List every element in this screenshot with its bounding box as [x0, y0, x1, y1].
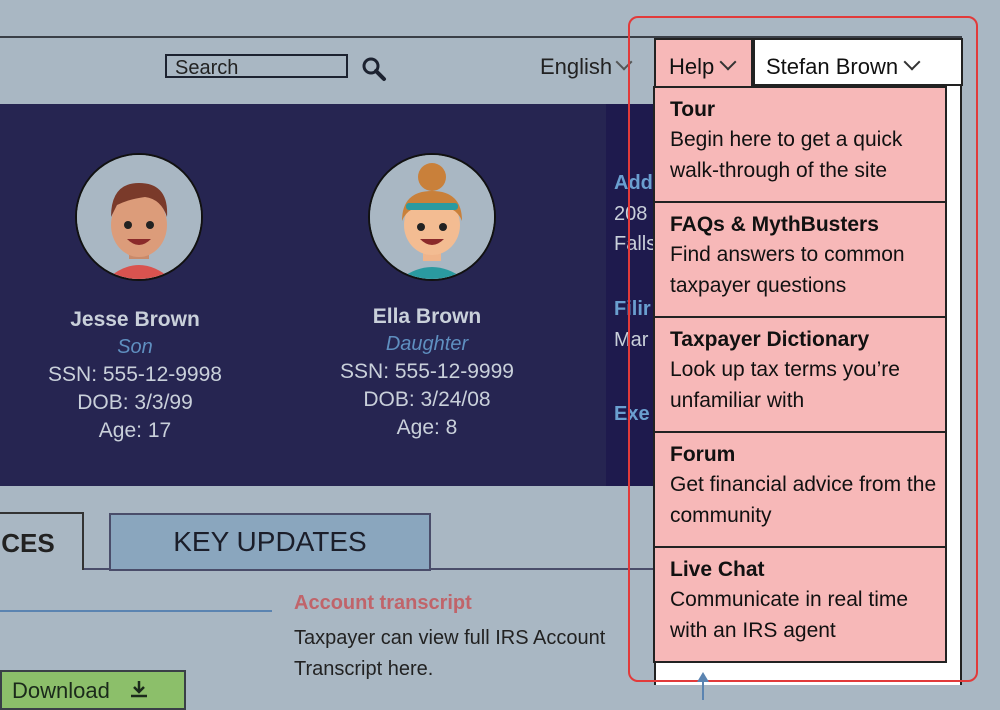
menu-item-description: Find answers to common taxpayer question… [670, 243, 905, 297]
address-line2: Falls [614, 233, 657, 255]
chevron-down-icon [719, 53, 737, 71]
member-relation: Daughter [385, 333, 469, 355]
member-name: Jesse Brown [70, 308, 200, 331]
search-input[interactable]: Search [165, 54, 348, 79]
exemptions-label: Exe [614, 403, 650, 425]
menu-item-description: Communicate in real time with an IRS age… [670, 588, 909, 642]
help-label: Help [669, 54, 715, 79]
chevron-down-icon [903, 53, 921, 71]
download-label: Download [12, 678, 110, 703]
search-icon[interactable] [361, 56, 387, 82]
member-ssn: SSN: 555-12-9998 [48, 363, 222, 386]
section-divider [0, 610, 272, 612]
avatar-ella [368, 153, 496, 281]
menu-item-title: Live Chat [670, 558, 765, 581]
menu-item-title: Forum [670, 443, 736, 466]
annotation-arrow-head [697, 672, 709, 682]
filing-status-value: Mar [614, 329, 649, 351]
download-icon [130, 681, 147, 698]
help-menu-item-dictionary[interactable]: Taxpayer Dictionary Look up tax terms yo… [653, 316, 947, 433]
member-age: Age: 8 [396, 416, 458, 439]
menu-item-description: Begin here to get a quick walk-through o… [670, 128, 903, 182]
help-menu-item-faqs[interactable]: FAQs & MythBusters Find answers to commo… [653, 201, 947, 318]
member-card-ella: Ella Brown Daughter SSN: 555-12-9999 DOB… [322, 305, 532, 440]
menu-item-title: FAQs & MythBusters [670, 213, 879, 236]
menu-item-description: Get financial advice from the community [670, 473, 937, 527]
member-dob: DOB: 3/3/99 [77, 391, 193, 414]
user-name: Stefan Brown [766, 54, 899, 79]
boy-avatar-icon [77, 155, 201, 279]
user-menu-button[interactable]: Stefan Brown [766, 53, 921, 80]
member-card-jesse: Jesse Brown Son SSN: 555-12-9998 DOB: 3/… [30, 308, 240, 443]
help-menu-item-live-chat[interactable]: Live Chat Communicate in real time with … [653, 546, 947, 663]
member-age: Age: 17 [98, 419, 172, 442]
avatar-jesse [75, 153, 203, 281]
help-menu-item-forum[interactable]: Forum Get financial advice from the comm… [653, 431, 947, 548]
language-select[interactable]: English [540, 53, 633, 80]
member-relation: Son [117, 336, 153, 358]
chevron-down-icon [615, 53, 633, 71]
tab-key-updates[interactable]: KEY UPDATES [109, 513, 431, 571]
member-ssn: SSN: 555-12-9999 [340, 360, 514, 383]
language-label: English [540, 54, 613, 79]
help-menu-item-tour[interactable]: Tour Begin here to get a quick walk-thro… [653, 86, 947, 203]
address-line1: 208 [614, 203, 648, 225]
download-button[interactable]: Download [0, 670, 186, 710]
account-transcript-description: Taxpayer can view full IRS Account Trans… [294, 627, 606, 680]
member-name: Ella Brown [372, 305, 482, 328]
menu-item-title: Taxpayer Dictionary [670, 328, 870, 351]
tab-services[interactable]: ICES [0, 512, 84, 570]
girl-avatar-icon [370, 155, 494, 279]
menu-item-description: Look up tax terms you’re unfamiliar with [670, 358, 900, 412]
account-transcript-title[interactable]: Account transcript [294, 592, 472, 615]
menu-item-title: Tour [670, 98, 716, 121]
member-dob: DOB: 3/24/08 [363, 388, 491, 411]
address-label: Add [614, 172, 653, 194]
filing-status-label: Filir [614, 298, 651, 320]
help-menu-button[interactable]: Help [654, 38, 753, 86]
